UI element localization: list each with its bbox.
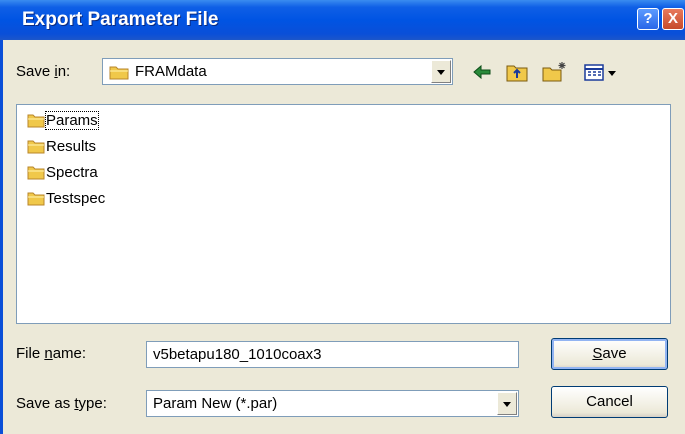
save-as-type-label-post: ype:	[78, 395, 107, 412]
save-button-accel: S	[592, 345, 603, 362]
new-folder-icon[interactable]	[541, 61, 567, 83]
save-in-label-post: n:	[57, 63, 71, 80]
save-in-combo[interactable]: FRAMdata	[102, 58, 453, 85]
back-arrow-icon[interactable]	[471, 61, 493, 83]
window-title: Export Parameter File	[22, 9, 219, 30]
save-in-label: Save in:	[16, 63, 70, 80]
save-in-value: FRAMdata	[135, 63, 207, 80]
cancel-button[interactable]: Cancel	[551, 386, 668, 418]
file-name-label-accel: n	[44, 345, 53, 362]
help-button[interactable]: ?	[637, 8, 659, 30]
file-name-input[interactable]: v5betapu180_1010coax3	[146, 341, 519, 368]
folder-name: Spectra	[46, 164, 98, 181]
chevron-down-icon[interactable]	[497, 392, 517, 415]
export-dialog: Export Parameter File ? X Save in: FRAMd…	[0, 0, 685, 434]
save-as-type-label: Save as type:	[16, 395, 107, 412]
save-button-rest: ave	[602, 345, 627, 362]
chevron-down-icon[interactable]	[431, 60, 451, 83]
folder-icon	[27, 166, 45, 180]
save-button[interactable]: Save	[551, 338, 668, 370]
close-button[interactable]: X	[662, 8, 684, 30]
up-folder-icon[interactable]	[505, 61, 529, 83]
save-as-type-label-pre: Save as	[16, 395, 75, 412]
window-frame	[0, 40, 3, 434]
folder-icon	[27, 140, 45, 154]
title-bar[interactable]: Export Parameter File ? X	[0, 0, 685, 40]
folder-name: Params	[45, 111, 99, 130]
folder-icon	[27, 114, 45, 128]
folder-name: Results	[46, 138, 97, 155]
view-menu-icon[interactable]	[583, 61, 623, 83]
save-as-type-value: Param New (*.par)	[153, 395, 278, 412]
file-name-label-post: ame:	[52, 345, 87, 362]
folder-icon	[27, 192, 45, 206]
folder-name: Testspec	[46, 190, 106, 207]
folder-icon	[109, 66, 129, 80]
save-in-label-pre: Save	[16, 63, 55, 80]
save-as-type-select[interactable]: Param New (*.par)	[146, 390, 519, 417]
file-name-label-pre: File	[16, 345, 45, 362]
file-list[interactable]: Params Results Spectra Testspec	[16, 104, 671, 324]
file-name-label: File name:	[16, 345, 86, 362]
